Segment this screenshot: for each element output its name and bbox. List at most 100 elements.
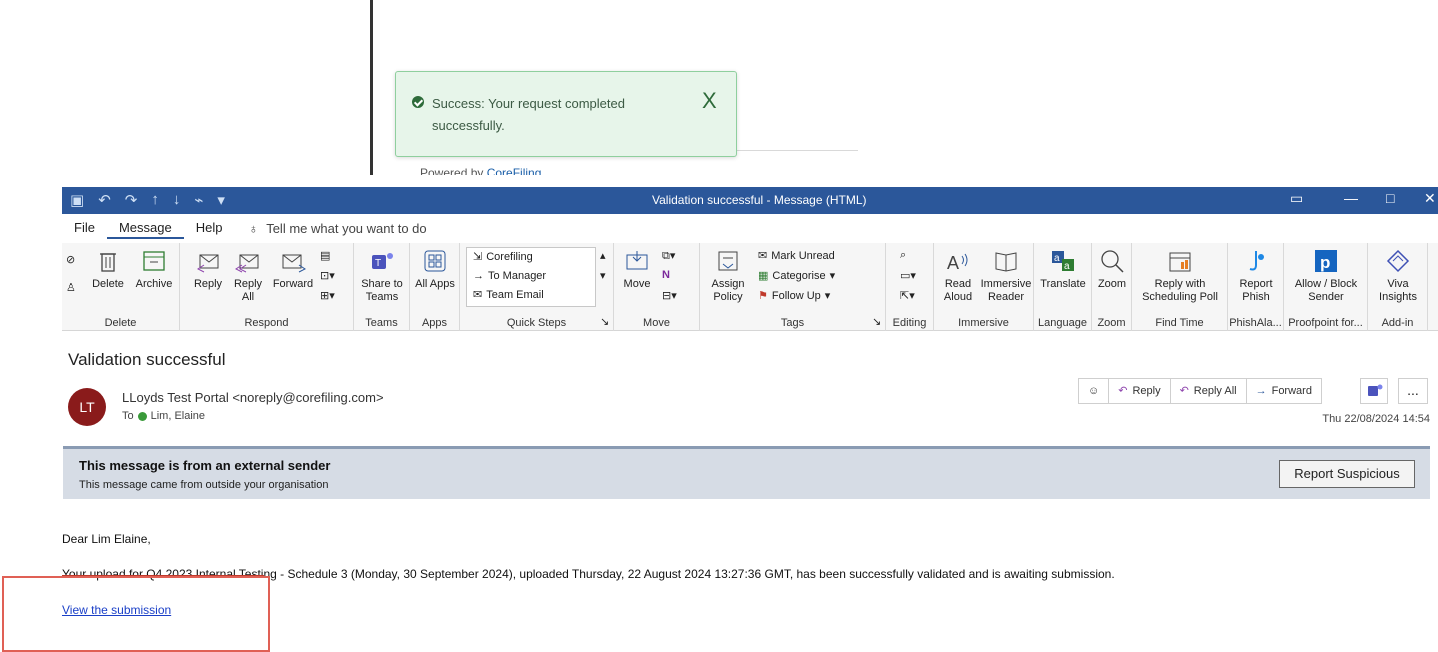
ignore-icon[interactable]: ⊘ [66, 253, 75, 266]
viva-insights-button[interactable]: Viva Insights [1372, 247, 1424, 304]
delete-button[interactable]: Delete [86, 247, 130, 291]
zoom-button[interactable]: Zoom [1094, 247, 1130, 291]
reply-poll-label: Reply with Scheduling Poll [1142, 278, 1218, 303]
touch-mode-icon[interactable]: ⌁ [194, 191, 203, 209]
redo-icon[interactable]: ↷ [125, 191, 138, 209]
tab-help[interactable]: Help [184, 217, 235, 239]
rules-icon[interactable]: ⧉▾ [662, 249, 675, 263]
share-to-teams-button[interactable]: T Share to Teams [358, 247, 406, 304]
group-label: Proofpoint for... [1288, 317, 1363, 329]
undo-icon[interactable]: ↶ [98, 191, 111, 209]
allow-block-label: Allow / Block Sender [1294, 278, 1358, 303]
more-actions-button[interactable]: ... [1398, 378, 1428, 404]
recipient-name[interactable]: Lim, Elaine [151, 410, 205, 422]
reply-scheduling-poll-button[interactable]: Reply with Scheduling Poll [1136, 247, 1224, 304]
move-button[interactable]: Move [618, 247, 656, 291]
group-label: Add-in [1381, 317, 1414, 329]
read-aloud-button[interactable]: A Read Aloud [938, 247, 978, 304]
down-arrow-icon[interactable]: ↓ [173, 191, 181, 209]
select-icon[interactable]: ⇱▾ [900, 289, 915, 302]
powered-prefix: Powered by [420, 166, 484, 175]
more-respond-icon[interactable]: ⊞▾ [320, 289, 335, 302]
to-label: To [122, 410, 134, 422]
corefiling-link[interactable]: CoreFiling [487, 166, 542, 175]
quick-step-label: To Manager [488, 270, 547, 282]
forward-button[interactable]: Forward [270, 247, 316, 291]
follow-up-button[interactable]: ⚑ Follow Up ▾ [758, 289, 830, 303]
group-phishalarm: Report Phish PhishAla... [1228, 243, 1284, 331]
meeting-icon[interactable]: ▤ [320, 249, 330, 262]
up-arrow-icon[interactable]: ↑ [151, 191, 159, 209]
mark-unread-button[interactable]: ✉ Mark Unread [758, 249, 835, 263]
save-icon[interactable]: ▣ [70, 191, 84, 209]
tab-file[interactable]: File [62, 217, 107, 239]
reply-action-button[interactable]: ↶ Reply [1109, 379, 1171, 403]
avatar[interactable]: LT [68, 388, 106, 426]
report-suspicious-button[interactable]: Report Suspicious [1279, 460, 1415, 488]
emoji-reaction-button[interactable]: ☺ [1079, 379, 1110, 403]
teams-chat-button[interactable] [1360, 378, 1388, 404]
group-apps: All Apps Apps [410, 243, 460, 331]
reply-all-action-button[interactable]: ↶ Reply All [1171, 379, 1247, 403]
minimize-icon[interactable]: — [1344, 190, 1358, 206]
close-window-icon[interactable]: ✕ [1424, 190, 1436, 207]
apps-grid-icon [424, 250, 446, 272]
assign-policy-button[interactable]: Assign Policy [704, 247, 752, 304]
ribbon-display-icon[interactable]: ▭ [1290, 190, 1303, 207]
translate-button[interactable]: aa Translate [1038, 247, 1088, 291]
quick-step-label: Corefiling [486, 251, 533, 263]
maximize-icon[interactable]: □ [1386, 190, 1394, 206]
all-apps-button[interactable]: All Apps [414, 247, 456, 291]
scroll-down-icon[interactable]: ▾ [600, 269, 606, 282]
magnifier-icon [1101, 250, 1124, 273]
window-title: Validation successful - Message (HTML) [652, 193, 867, 207]
cleanup-icon[interactable]: ♙ [66, 281, 76, 294]
smiley-icon: ☺ [1088, 385, 1100, 397]
sender-address[interactable]: LLoyds Test Portal <noreply@corefiling.c… [122, 390, 384, 405]
archive-button[interactable]: Archive [132, 247, 176, 291]
tell-me-search[interactable]: ♁ Tell me what you want to do [234, 221, 426, 236]
group-label: Tags [780, 317, 805, 329]
allow-block-sender-button[interactable]: p Allow / Block Sender [1288, 247, 1364, 304]
reply-all-button[interactable]: Reply All [228, 247, 268, 304]
forward-action-button[interactable]: → Forward [1247, 379, 1321, 403]
presence-icon [137, 411, 147, 421]
quick-step-to-manager[interactable]: → To Manager [467, 267, 595, 286]
window-titlebar: ▣ ↶ ↷ ↑ ↓ ⌁ ▾ Validation successful - Me… [62, 187, 1438, 214]
all-apps-label: All Apps [415, 278, 455, 290]
quick-step-label: Team Email [486, 289, 544, 301]
assign-policy-label: Assign Policy [711, 278, 745, 303]
delete-label: Delete [92, 278, 124, 290]
reply-arrow-icon: ↶ [1118, 385, 1128, 397]
group-editing: ⌕ ▭▾ ⇱▾ Editing [886, 243, 934, 331]
report-phish-button[interactable]: Report Phish [1232, 247, 1280, 304]
im-icon[interactable]: ⊡▾ [320, 269, 335, 282]
group-find-time: Reply with Scheduling Poll Find Time [1132, 243, 1228, 331]
scroll-up-icon[interactable]: ▴ [600, 249, 606, 262]
tab-message[interactable]: Message [106, 217, 184, 239]
categorise-button[interactable]: ▦ Categorise ▾ [758, 269, 835, 283]
report-phish-label: Report Phish [1239, 278, 1273, 303]
actions-icon[interactable]: ⊟▾ [662, 289, 677, 302]
related-icon[interactable]: ▭▾ [900, 269, 916, 282]
check-circle-icon [412, 96, 424, 108]
close-icon[interactable]: X [702, 88, 717, 114]
reply-action-label: Reply [1132, 385, 1161, 397]
group-teams: T Share to Teams Teams [354, 243, 410, 331]
customize-icon[interactable]: ▾ [217, 191, 225, 209]
envelope-icon: ✉ [758, 250, 768, 262]
find-icon[interactable]: ⌕ [900, 249, 906, 262]
reply-all-icon [235, 254, 259, 273]
group-respond: Reply Reply All Forward ▤ ⊡▾ ⊞▾ Respond [180, 243, 354, 331]
group-quick-steps: ⇲ Corefiling → To Manager ✉ Team Email ▴ ▾ … [460, 243, 614, 331]
immersive-reader-button[interactable]: Immersive Reader [980, 247, 1032, 304]
success-toast: Success: Your request completed successf… [395, 71, 737, 157]
quick-step-corefiling[interactable]: ⇲ Corefiling [467, 248, 595, 267]
archive-label: Archive [135, 278, 173, 290]
read-aloud-label: Read Aloud [943, 278, 973, 303]
reply-button[interactable]: Reply [188, 247, 228, 291]
quick-step-team-email[interactable]: ✉ Team Email [467, 286, 595, 305]
onenote-icon[interactable]: N [662, 269, 670, 281]
group-label: Editing [892, 317, 927, 329]
annotation-highlight-box [2, 576, 270, 652]
